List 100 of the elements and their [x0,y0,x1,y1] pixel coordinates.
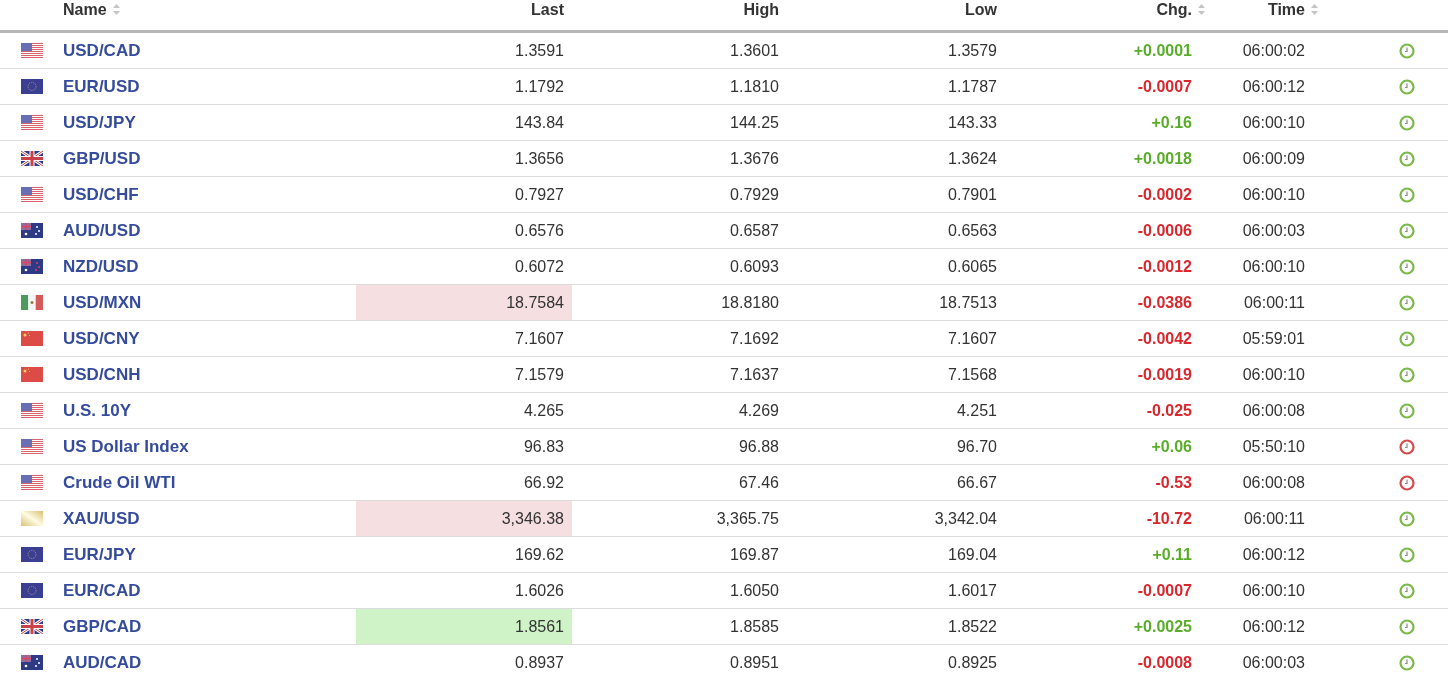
time-value: 06:00:11 [1243,293,1305,312]
change-value: -10.72 [1146,509,1192,528]
sort-icon[interactable] [112,4,120,15]
instrument-link[interactable]: EUR/USD [63,76,140,97]
last-price-cell-text: 143.84 [514,112,565,133]
low-price: 66.67 [956,473,997,492]
sort-icon[interactable] [1198,4,1205,15]
instrument-link[interactable]: USD/CHF [63,184,139,205]
instrument-link[interactable]: NZD/USD [63,256,139,277]
low-price: 1.1787 [948,77,997,96]
high-price: 3,365.75 [716,509,779,528]
time-value: 05:59:01 [1242,329,1305,348]
sort-icon[interactable] [1311,4,1318,15]
time-value: 06:00:11 [1243,509,1305,528]
column-header[interactable]: Chg. [1156,0,1192,19]
low-price: 0.7901 [948,185,997,204]
column-header: Low [965,0,997,19]
instrument-link[interactable]: Crude Oil WTI [63,472,176,493]
time-value: 06:00:09 [1242,149,1305,168]
last-price-cell-text: 66.92 [522,472,565,493]
instrument-link[interactable]: USD/CNH [63,364,141,385]
time-value: 06:00:10 [1242,185,1305,204]
change-value: -0.0007 [1137,77,1192,96]
time-value: 06:00:10 [1242,581,1305,600]
low-price: 96.70 [956,437,997,456]
column-header: High [743,0,779,19]
change-value: +0.11 [1152,545,1192,564]
instrument-link[interactable]: U.S. 10Y [63,400,132,421]
instrument-link[interactable]: GBP/USD [63,148,141,169]
last-price-cell: 18.7584 [356,285,572,320]
low-price: 7.1568 [948,365,997,384]
change-value: -0.0019 [1137,365,1192,384]
high-price: 1.3676 [730,149,779,168]
change-value: -0.0042 [1137,329,1192,348]
instrument-link[interactable]: EUR/CAD [63,580,141,601]
change-value: -0.53 [1155,473,1192,492]
last-price-cell-text: 0.8937 [514,652,565,673]
high-price: 1.1810 [730,77,779,96]
high-price: 144.25 [730,113,779,132]
high-price: 0.6093 [730,257,779,276]
last-price-cell-text: 1.3591 [514,40,565,61]
instrument-link[interactable]: USD/JPY [63,112,136,133]
low-price: 3,342.04 [934,509,997,528]
last-price-cell-text: 7.1579 [514,364,565,385]
time-value: 06:00:08 [1242,473,1305,492]
instrument-link[interactable]: USD/CAD [63,40,141,61]
low-price: 143.33 [948,113,997,132]
instrument-link[interactable]: USD/CNY [63,328,140,349]
time-value: 06:00:08 [1242,401,1305,420]
last-price-cell-text: 0.6072 [514,256,565,277]
low-price: 1.3624 [948,149,997,168]
low-price: 4.251 [956,401,997,420]
high-price: 1.6050 [730,581,779,600]
low-price: 7.1607 [948,329,997,348]
instrument-link[interactable]: USD/MXN [63,292,142,313]
change-value: +0.0018 [1133,149,1192,168]
change-value: -0.0012 [1137,257,1192,276]
column-header[interactable]: Time [1267,0,1305,19]
time-value: 06:00:10 [1242,365,1305,384]
time-value: 06:00:10 [1242,113,1305,132]
instrument-link[interactable]: AUD/USD [63,220,141,241]
change-value: -0.0006 [1137,221,1192,240]
change-value: -0.0008 [1137,653,1192,672]
high-price: 169.87 [730,545,779,564]
high-price: 4.269 [738,401,779,420]
change-value: +0.16 [1151,113,1192,132]
high-price: 96.88 [738,437,779,456]
change-value: -0.0007 [1137,581,1192,600]
last-price-cell-text: 1.1792 [514,76,565,97]
high-price: 1.8585 [730,617,779,636]
low-price: 1.8522 [948,617,997,636]
instrument-link[interactable]: US Dollar Index [63,436,189,457]
low-price: 18.7513 [939,293,997,312]
instrument-link[interactable]: XAU/USD [63,508,140,529]
low-price: 1.6017 [948,581,997,600]
time-value: 05:50:10 [1242,437,1305,456]
high-price: 7.1692 [730,329,779,348]
high-price: 0.8951 [730,653,779,672]
change-value: -0.025 [1146,401,1192,420]
low-price: 0.6563 [948,221,997,240]
column-header[interactable]: Name [63,0,107,19]
last-price-cell-text: 169.62 [514,544,565,565]
time-value: 06:00:12 [1242,617,1305,636]
time-value: 06:00:03 [1242,221,1305,240]
high-price: 7.1637 [730,365,779,384]
high-price: 1.3601 [730,41,779,60]
high-price: 67.46 [738,473,779,492]
low-price: 1.3579 [948,41,997,60]
instrument-link[interactable]: GBP/CAD [63,616,142,637]
low-price: 0.6065 [948,257,997,276]
change-value: +0.0025 [1133,617,1192,636]
instrument-link[interactable]: EUR/JPY [63,544,136,565]
change-value: -0.0386 [1137,293,1192,312]
low-price: 169.04 [948,545,997,564]
last-price-cell-text: 4.265 [522,400,565,421]
high-price: 0.6587 [730,221,779,240]
time-value: 06:00:12 [1242,77,1305,96]
time-value: 06:00:02 [1242,41,1305,60]
instrument-link[interactable]: AUD/CAD [63,652,142,673]
last-price-cell-text: 1.3656 [514,148,565,169]
